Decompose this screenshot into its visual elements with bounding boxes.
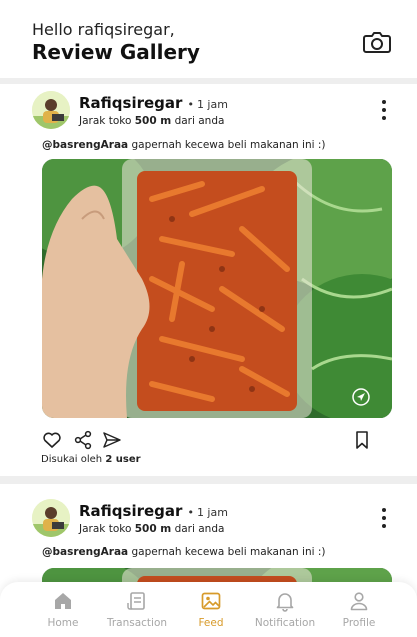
- post-meta: Rafiqsiregar • 1 jam: [79, 93, 228, 112]
- send-icon[interactable]: [102, 430, 122, 450]
- page-title: Review Gallery: [32, 40, 200, 64]
- post-image[interactable]: [42, 159, 392, 418]
- share-icon[interactable]: [73, 430, 93, 450]
- meta-separator: •: [187, 506, 194, 519]
- image-icon: [201, 592, 221, 610]
- post-meta: Rafiqsiregar • 1 jam: [79, 501, 228, 520]
- post-time: 1 jam: [196, 506, 228, 519]
- location-icon: [352, 388, 370, 406]
- distance-suffix: dari anda: [174, 523, 225, 535]
- distance-value: 500 m: [134, 523, 172, 535]
- user-icon: [350, 592, 368, 611]
- caption-text: gapernah kecewa beli makanan ini :): [131, 139, 326, 151]
- nav-label-profile: Profile: [342, 617, 376, 629]
- likes-prefix: Disukai oleh: [41, 454, 103, 465]
- post-caption: @basrengAraa gapernah kecewa beli makana…: [42, 546, 326, 558]
- post-time: 1 jam: [196, 98, 228, 111]
- nav-home[interactable]: Home: [23, 590, 103, 629]
- avatar[interactable]: [32, 499, 70, 537]
- home-icon: [55, 593, 71, 609]
- caption-mention[interactable]: @basrengAraa: [42, 139, 128, 151]
- heart-icon[interactable]: [42, 430, 62, 450]
- distance-prefix: Jarak toko: [79, 115, 132, 127]
- nav-transaction[interactable]: Transaction: [97, 590, 177, 629]
- nav-label-transaction: Transaction: [106, 617, 168, 629]
- feed-post: Rafiqsiregar • 1 jam Jarak toko 500 m dari…: [0, 84, 417, 476]
- caption-mention[interactable]: @basrengAraa: [42, 546, 128, 558]
- bookmark-icon[interactable]: [352, 430, 372, 450]
- store-distance: Jarak toko 500 m dari anda: [79, 115, 224, 127]
- post-actions: [42, 430, 372, 450]
- username[interactable]: Rafiqsiregar: [79, 94, 182, 112]
- nav-label-notification: Notification: [254, 617, 316, 629]
- meta-separator: •: [187, 98, 194, 111]
- likes-summary: Disukai oleh 2 user: [41, 454, 141, 465]
- more-options-icon[interactable]: [381, 508, 387, 528]
- camera-icon[interactable]: [363, 30, 391, 54]
- bottom-navigation: Home Transaction Feed Notification Profi…: [0, 582, 417, 637]
- distance-suffix: dari anda: [174, 115, 225, 127]
- app-header: Hello rafiqsiregar, Review Gallery: [0, 0, 417, 78]
- distance-prefix: Jarak toko: [79, 523, 132, 535]
- likes-count[interactable]: 2 user: [105, 454, 140, 465]
- more-options-icon[interactable]: [381, 100, 387, 120]
- avatar[interactable]: [32, 91, 70, 129]
- bell-icon: [276, 593, 294, 612]
- greeting-text: Hello rafiqsiregar,: [32, 20, 175, 39]
- nav-label-feed: Feed: [198, 617, 224, 629]
- nav-feed[interactable]: Feed: [171, 590, 251, 629]
- distance-value: 500 m: [134, 115, 172, 127]
- nav-notification[interactable]: Notification: [245, 590, 325, 629]
- nav-label-home: Home: [47, 617, 79, 629]
- post-caption: @basrengAraa gapernah kecewa beli makana…: [42, 139, 326, 151]
- store-distance: Jarak toko 500 m dari anda: [79, 523, 224, 535]
- receipt-icon: [127, 592, 145, 610]
- username[interactable]: Rafiqsiregar: [79, 502, 182, 520]
- nav-profile[interactable]: Profile: [319, 590, 399, 629]
- caption-text: gapernah kecewa beli makanan ini :): [131, 546, 326, 558]
